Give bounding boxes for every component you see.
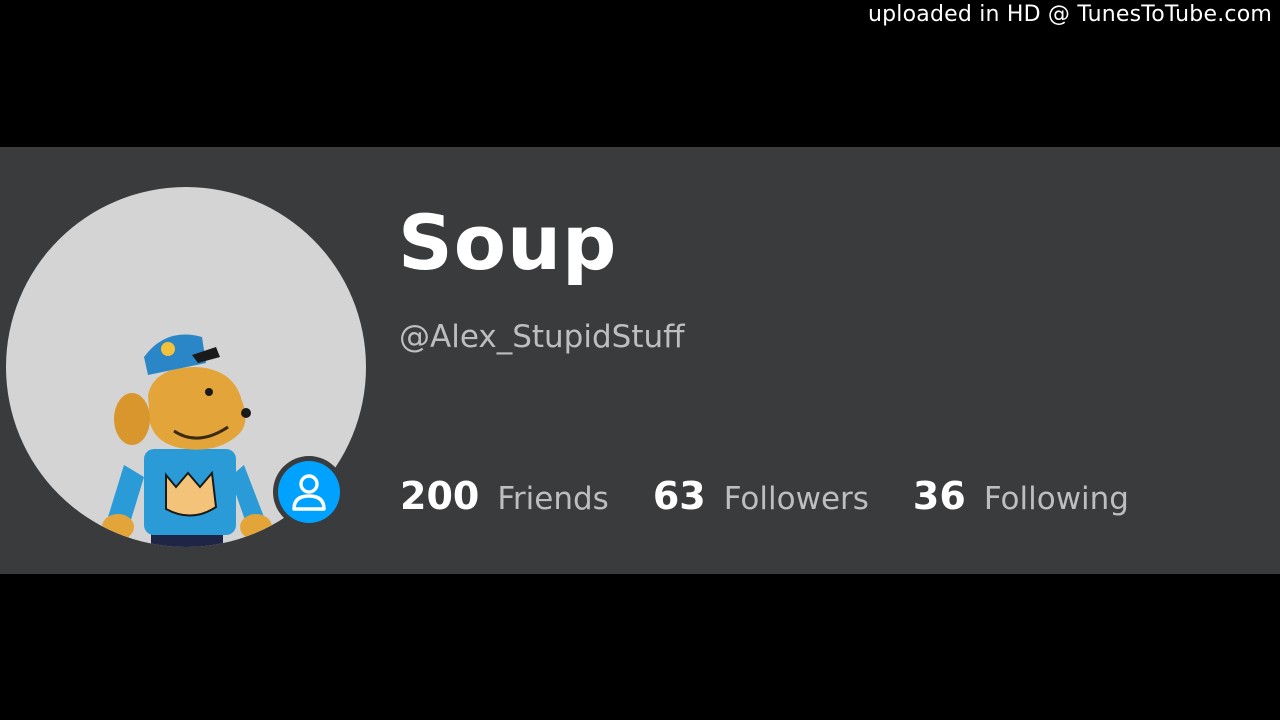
followers-label: Followers <box>723 481 869 517</box>
friends-label: Friends <box>497 481 609 517</box>
username: @Alex_StupidStuff <box>399 319 685 355</box>
followers-count: 63 <box>652 474 706 518</box>
friends-count: 200 <box>400 474 480 518</box>
presence-indicator <box>278 461 340 523</box>
following-stat[interactable]: 36 Following <box>913 474 1129 518</box>
profile-stats: 200 Friends 63 Followers 36 Following <box>400 474 1173 518</box>
followers-stat[interactable]: 63 Followers <box>653 474 869 518</box>
presence-badge <box>273 456 345 528</box>
watermark-text: uploaded in HD @ TunesToTube.com <box>867 2 1272 27</box>
following-count: 36 <box>912 474 966 518</box>
friends-stat[interactable]: 200 Friends <box>400 474 609 518</box>
user-silhouette-icon <box>292 474 326 511</box>
display-name: Soup <box>398 198 618 287</box>
profile-header: Soup @Alex_StupidStuff 200 Friends 63 Fo… <box>0 147 1280 574</box>
following-label: Following <box>983 481 1129 517</box>
